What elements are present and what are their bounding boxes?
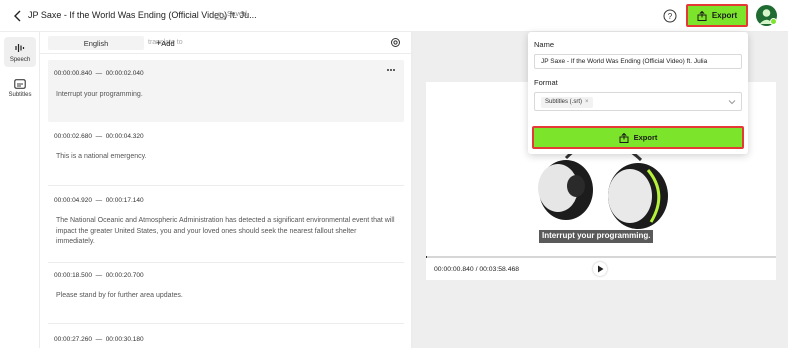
play-icon — [597, 265, 603, 273]
transcript-segment[interactable]: 00:00:02.680 — 00:00:04.320 This is a na… — [48, 127, 404, 186]
video-caption: Interrupt your programming. — [539, 230, 654, 243]
segment-text[interactable]: The National Oceanic and Atmospheric Adm… — [56, 216, 396, 248]
segment-timestamp: 00:00:02.680 — 00:00:04.320 — [54, 133, 144, 140]
transcript-list: 00:00:00.840 — 00:00:02.040 Interrupt yo… — [40, 55, 412, 348]
segment-timestamp: 00:00:27.260 — 00:00:30.180 — [54, 336, 144, 343]
sidebar-item-speech[interactable]: Speech — [4, 37, 36, 67]
segment-start: 00:00:02.680 — [54, 133, 92, 140]
segment-text[interactable]: This is a national emergency. — [56, 152, 396, 163]
chevron-down-icon — [728, 100, 736, 105]
segment-start: 00:00:18.500 — [54, 272, 92, 279]
transcript-segment[interactable]: 00:00:18.500 — 00:00:20.700 Please stand… — [48, 265, 404, 324]
format-select[interactable]: Subtitles (.srt) × — [534, 92, 742, 111]
speech-icon — [15, 43, 25, 52]
language-selector[interactable]: English — [48, 36, 144, 50]
segment-end: 00:00:20.700 — [105, 272, 144, 279]
export-button[interactable]: Export — [686, 4, 748, 27]
add-language-button[interactable]: +Add — [156, 38, 175, 48]
help-icon[interactable]: ? — [663, 9, 677, 23]
name-label: Name — [534, 40, 555, 49]
segment-end: 00:00:04.320 — [105, 133, 144, 140]
svg-text:?: ? — [668, 12, 673, 21]
back-arrow-icon[interactable] — [12, 9, 24, 23]
remove-format-icon[interactable]: × — [585, 99, 589, 105]
playback-time: 00:00:00.840 / 00:03:58.468 — [434, 266, 520, 273]
format-label: Format — [534, 78, 558, 87]
more-options-icon[interactable] — [386, 68, 396, 72]
playback-progress-fill — [426, 256, 428, 258]
segment-text[interactable]: Please stand by for further area updates… — [56, 291, 396, 302]
sidebar-item-label: Subtitles — [8, 91, 32, 98]
format-tag: Subtitles (.srt) × — [541, 97, 593, 108]
segment-start: 00:00:04.920 — [54, 197, 92, 204]
format-tag-label: Subtitles (.srt) — [545, 99, 583, 105]
segment-end: 00:00:17.140 — [105, 197, 144, 204]
panel-export-button[interactable]: Export — [532, 126, 744, 149]
panel-export-label: Export — [633, 133, 658, 142]
export-button-label: Export — [711, 11, 738, 20]
segment-text[interactable]: Interrupt your programming. — [56, 90, 396, 101]
sidebar-item-label: Speech — [9, 56, 31, 63]
segment-end: 00:00:02.040 — [105, 70, 144, 77]
top-bar: JP Saxe - If the World Was Ending (Offic… — [0, 0, 788, 32]
save-status: Saved — [227, 11, 247, 18]
export-panel: Name JP Saxe - If the World Was Ending (… — [528, 32, 748, 154]
left-rail: Speech Subtitles — [0, 32, 40, 348]
file-name-input[interactable]: JP Saxe - If the World Was Ending (Offic… — [534, 54, 742, 69]
export-icon — [697, 10, 707, 21]
cloud-icon — [214, 12, 226, 20]
transcript-segment[interactable]: 00:00:00.840 — 00:00:02.040 Interrupt yo… — [48, 60, 404, 122]
editor-toolbar: English translate to +Add — [40, 32, 412, 54]
segment-start: 00:00:27.260 — [54, 336, 92, 343]
add-language-label: Add — [161, 39, 175, 48]
transcript-segment[interactable]: 00:00:27.260 — 00:00:30.180 — [48, 329, 404, 348]
subtitles-icon — [14, 78, 26, 89]
segment-timestamp: 00:00:04.920 — 00:00:17.140 — [54, 197, 144, 204]
segment-end: 00:00:30.180 — [105, 336, 144, 343]
play-button[interactable] — [593, 262, 607, 276]
segment-start: 00:00:00.840 — [54, 70, 92, 77]
sidebar-item-subtitles[interactable]: Subtitles — [4, 73, 36, 103]
playback-progress-bar[interactable] — [426, 256, 776, 258]
transcript-segment[interactable]: 00:00:04.920 — 00:00:17.140 The National… — [48, 191, 404, 263]
segment-timestamp: 00:00:18.500 — 00:00:20.700 — [54, 272, 144, 279]
export-icon — [619, 132, 629, 143]
online-status-dot — [770, 18, 777, 25]
gear-icon[interactable] — [390, 37, 401, 48]
segment-timestamp: 00:00:00.840 — 00:00:02.040 — [54, 70, 144, 77]
